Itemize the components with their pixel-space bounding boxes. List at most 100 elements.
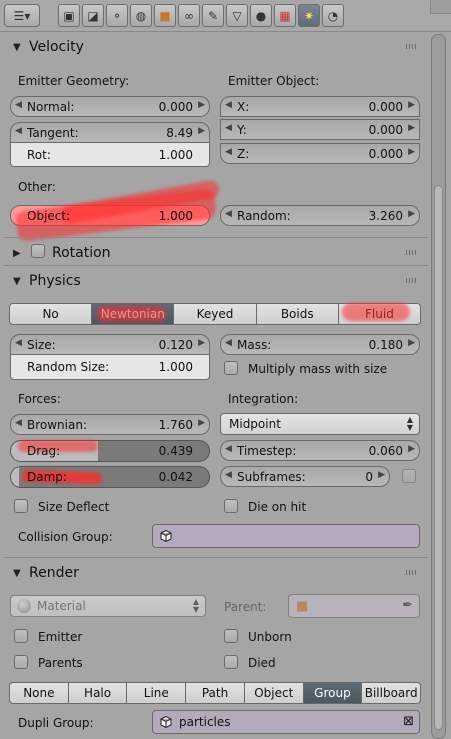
region-corner[interactable] — [430, 0, 451, 14]
x-field[interactable]: ◀ X: 0.000 ▶ — [220, 96, 420, 117]
tangent-field[interactable]: ◀ Tangent: 8.49 ▶ — [10, 122, 210, 143]
increment-arrow-icon[interactable]: ▶ — [408, 100, 415, 110]
render-type-billboard[interactable]: Billboard — [362, 682, 422, 704]
drag-slider[interactable]: Drag: 0.439 — [10, 440, 210, 462]
velocity-panel-header[interactable]: ▼ Velocity — [0, 33, 428, 61]
drag-grip-icon[interactable] — [406, 278, 418, 283]
subframes-checkbox[interactable] — [402, 469, 416, 483]
parent-field[interactable]: ■ ✒ — [288, 594, 420, 618]
physics-type-newtonian[interactable]: Newtonian — [92, 303, 175, 325]
decrement-arrow-icon[interactable]: ◀ — [15, 338, 22, 348]
drag-grip-icon[interactable] — [406, 570, 418, 575]
render-type-line[interactable]: Line — [127, 682, 187, 704]
size-deflect-checkbox[interactable] — [14, 499, 28, 513]
decrement-arrow-icon[interactable]: ◀ — [225, 338, 232, 348]
rotation-panel-header[interactable]: ▶ Rotation — [0, 239, 428, 267]
timestep-field[interactable]: ◀ Timestep: 0.060 ▶ — [220, 440, 420, 461]
x-label: X: — [237, 99, 250, 114]
eyedropper-icon[interactable]: ✒ — [402, 598, 413, 613]
render-panel-header[interactable]: ▼ Render — [0, 559, 428, 587]
world-globe-tab[interactable]: ◍ — [130, 4, 152, 27]
z-field[interactable]: ◀ Z: 0.000 ▶ — [220, 143, 420, 164]
parents-checkbox[interactable] — [14, 655, 28, 669]
subframes-field[interactable]: ◀ Subframes: 0 ▶ — [220, 466, 390, 487]
die-on-hit-checkbox[interactable] — [224, 499, 238, 513]
render-type-selector[interactable]: None Halo Line Path Object Group Billboa… — [9, 682, 422, 704]
render-type-none[interactable]: None — [9, 682, 69, 704]
died-checkbox[interactable] — [224, 655, 238, 669]
physics-tab[interactable]: ◔ — [322, 4, 344, 27]
increment-arrow-icon[interactable]: ▶ — [378, 470, 385, 480]
parents-label: Parents — [38, 656, 83, 670]
render-title: Render — [29, 565, 79, 581]
render-emitter-checkbox[interactable] — [14, 629, 28, 643]
render-type-path[interactable]: Path — [186, 682, 245, 704]
modifiers-tab[interactable]: ✎ — [202, 4, 224, 27]
data-tab[interactable]: ▽ — [226, 4, 248, 27]
decrement-arrow-icon[interactable]: ◀ — [225, 147, 232, 157]
object-tab[interactable]: ■ — [154, 4, 176, 27]
normal-field[interactable]: ◀ Normal: 0.000 ▶ — [10, 96, 210, 117]
wrench-icon: ✎ — [207, 8, 219, 23]
increment-arrow-icon[interactable]: ▶ — [408, 147, 415, 157]
decrement-arrow-icon[interactable]: ◀ — [15, 418, 22, 428]
texture-tab[interactable]: ▦ — [274, 4, 296, 27]
dupli-group-field[interactable]: particles ⊠ — [152, 710, 420, 734]
decrement-arrow-icon[interactable]: ◀ — [225, 123, 232, 133]
scrollbar-thumb[interactable] — [434, 185, 443, 730]
increment-arrow-icon[interactable]: ▶ — [198, 126, 205, 136]
vertical-scrollbar[interactable] — [431, 34, 446, 739]
decrement-arrow-icon[interactable]: ◀ — [225, 100, 232, 110]
unborn-checkbox[interactable] — [224, 629, 238, 643]
decrement-arrow-icon[interactable]: ◀ — [225, 444, 232, 454]
world-tab[interactable]: ⚬ — [106, 4, 128, 27]
material-tab[interactable]: ● — [250, 4, 272, 27]
rotation-enable-checkbox[interactable] — [31, 244, 45, 258]
physics-type-boids[interactable]: Boids — [256, 303, 339, 325]
object-velocity-field[interactable]: Object: 1.000 — [10, 205, 210, 226]
increment-arrow-icon[interactable]: ▶ — [198, 100, 205, 110]
damp-slider[interactable]: Damp: 0.042 — [10, 466, 210, 488]
dupli-group-label: Dupli Group: — [18, 716, 94, 730]
physics-type-fluid[interactable]: Fluid — [338, 303, 422, 325]
decrement-arrow-icon[interactable]: ◀ — [225, 209, 232, 219]
increment-arrow-icon[interactable]: ▶ — [198, 338, 205, 348]
random-size-field[interactable]: Random Size: 1.000 — [10, 355, 210, 380]
decrement-arrow-icon[interactable]: ◀ — [15, 126, 22, 136]
collision-group-field[interactable] — [152, 524, 420, 548]
increment-arrow-icon[interactable]: ▶ — [408, 338, 415, 348]
mass-field[interactable]: ◀ Mass: 0.180 ▶ — [220, 334, 420, 355]
render-type-group[interactable]: Group — [303, 682, 363, 704]
texture-icon: ▦ — [279, 8, 291, 23]
y-value: 0.000 — [368, 122, 403, 137]
physics-panel-header[interactable]: ▼ Physics — [0, 267, 428, 295]
brownian-field[interactable]: ◀ Brownian: 1.760 ▶ — [10, 414, 210, 435]
rot-field[interactable]: Rot: 1.000 — [10, 143, 210, 167]
constraints-tab[interactable]: ∞ — [178, 4, 200, 27]
size-field[interactable]: ◀ Size: 0.120 ▶ — [10, 334, 210, 355]
physics-type-keyed[interactable]: Keyed — [174, 303, 257, 325]
render-type-halo[interactable]: Halo — [68, 682, 128, 704]
particles-tab[interactable]: ✷ — [298, 4, 320, 27]
increment-arrow-icon[interactable]: ▶ — [408, 123, 415, 133]
drag-grip-icon[interactable] — [406, 250, 418, 255]
random-velocity-field[interactable]: ◀ Random: 3.260 ▶ — [220, 205, 420, 226]
clear-x-icon[interactable]: ⊠ — [403, 714, 414, 729]
decrement-arrow-icon[interactable]: ◀ — [225, 470, 232, 480]
render-type-object[interactable]: Object — [244, 682, 304, 704]
decrement-arrow-icon[interactable]: ◀ — [15, 100, 22, 110]
editor-type-button[interactable]: ☰▾ — [4, 4, 40, 27]
increment-arrow-icon[interactable]: ▶ — [408, 444, 415, 454]
drag-grip-icon[interactable] — [406, 44, 418, 49]
integration-dropdown[interactable]: Midpoint ▲ ▼ — [220, 413, 420, 435]
parent-label: Parent: — [224, 600, 267, 614]
multiply-mass-checkbox[interactable] — [224, 361, 238, 375]
render-tab[interactable]: ▣ — [58, 4, 80, 27]
increment-arrow-icon[interactable]: ▶ — [408, 209, 415, 219]
physics-type-selector[interactable]: No Newtonian Keyed Boids Fluid — [9, 303, 422, 325]
physics-type-no[interactable]: No — [9, 303, 93, 325]
increment-arrow-icon[interactable]: ▶ — [198, 418, 205, 428]
material-dropdown[interactable]: Material ▲ ▼ — [10, 595, 206, 617]
y-field[interactable]: ◀ Y: 0.000 ▶ — [220, 119, 420, 140]
scene-tab[interactable]: ◪ — [82, 4, 104, 27]
